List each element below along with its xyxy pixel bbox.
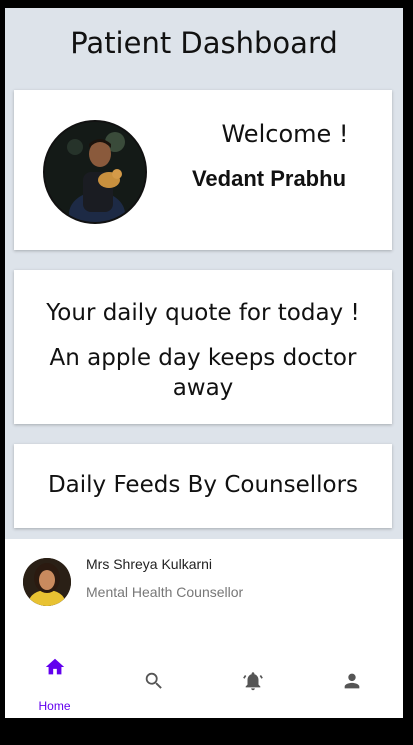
bottom-navigation: Home [5,646,403,718]
app-screen: Patient Dashboard Welcome ! Vedant Prabh… [5,8,403,718]
nav-search[interactable] [104,646,203,718]
counsellor-list-item[interactable]: Mrs Shreya Kulkarni Mental Health Counse… [5,539,403,646]
daily-quote-card: Your daily quote for today ! An apple da… [14,270,392,424]
nav-profile[interactable] [302,646,401,718]
user-avatar [43,120,147,224]
feeds-heading: Daily Feeds By Counsellors [47,472,359,498]
counsellor-role: Mental Health Counsellor [86,584,244,600]
search-icon [145,672,162,689]
counsellor-name: Mrs Shreya Kulkarni [86,556,213,572]
nav-notifications[interactable] [203,646,302,718]
quote-heading: Your daily quote for today ! [46,300,360,326]
home-icon [45,658,64,675]
page-title: Patient Dashboard [70,26,338,60]
counsellor-avatar [23,558,71,606]
quote-text: An apple day keeps doctor away [49,345,357,401]
profile-icon [344,673,359,689]
daily-feeds-card[interactable]: Daily Feeds By Counsellors [14,444,392,528]
welcome-card: Welcome ! Vedant Prabhu [14,90,392,250]
notification-bell-icon [242,672,263,691]
welcome-greeting: Welcome ! [221,120,349,148]
nav-home[interactable]: Home [5,646,104,718]
nav-home-label: Home [38,699,71,713]
user-name: Vedant Prabhu [191,166,347,191]
